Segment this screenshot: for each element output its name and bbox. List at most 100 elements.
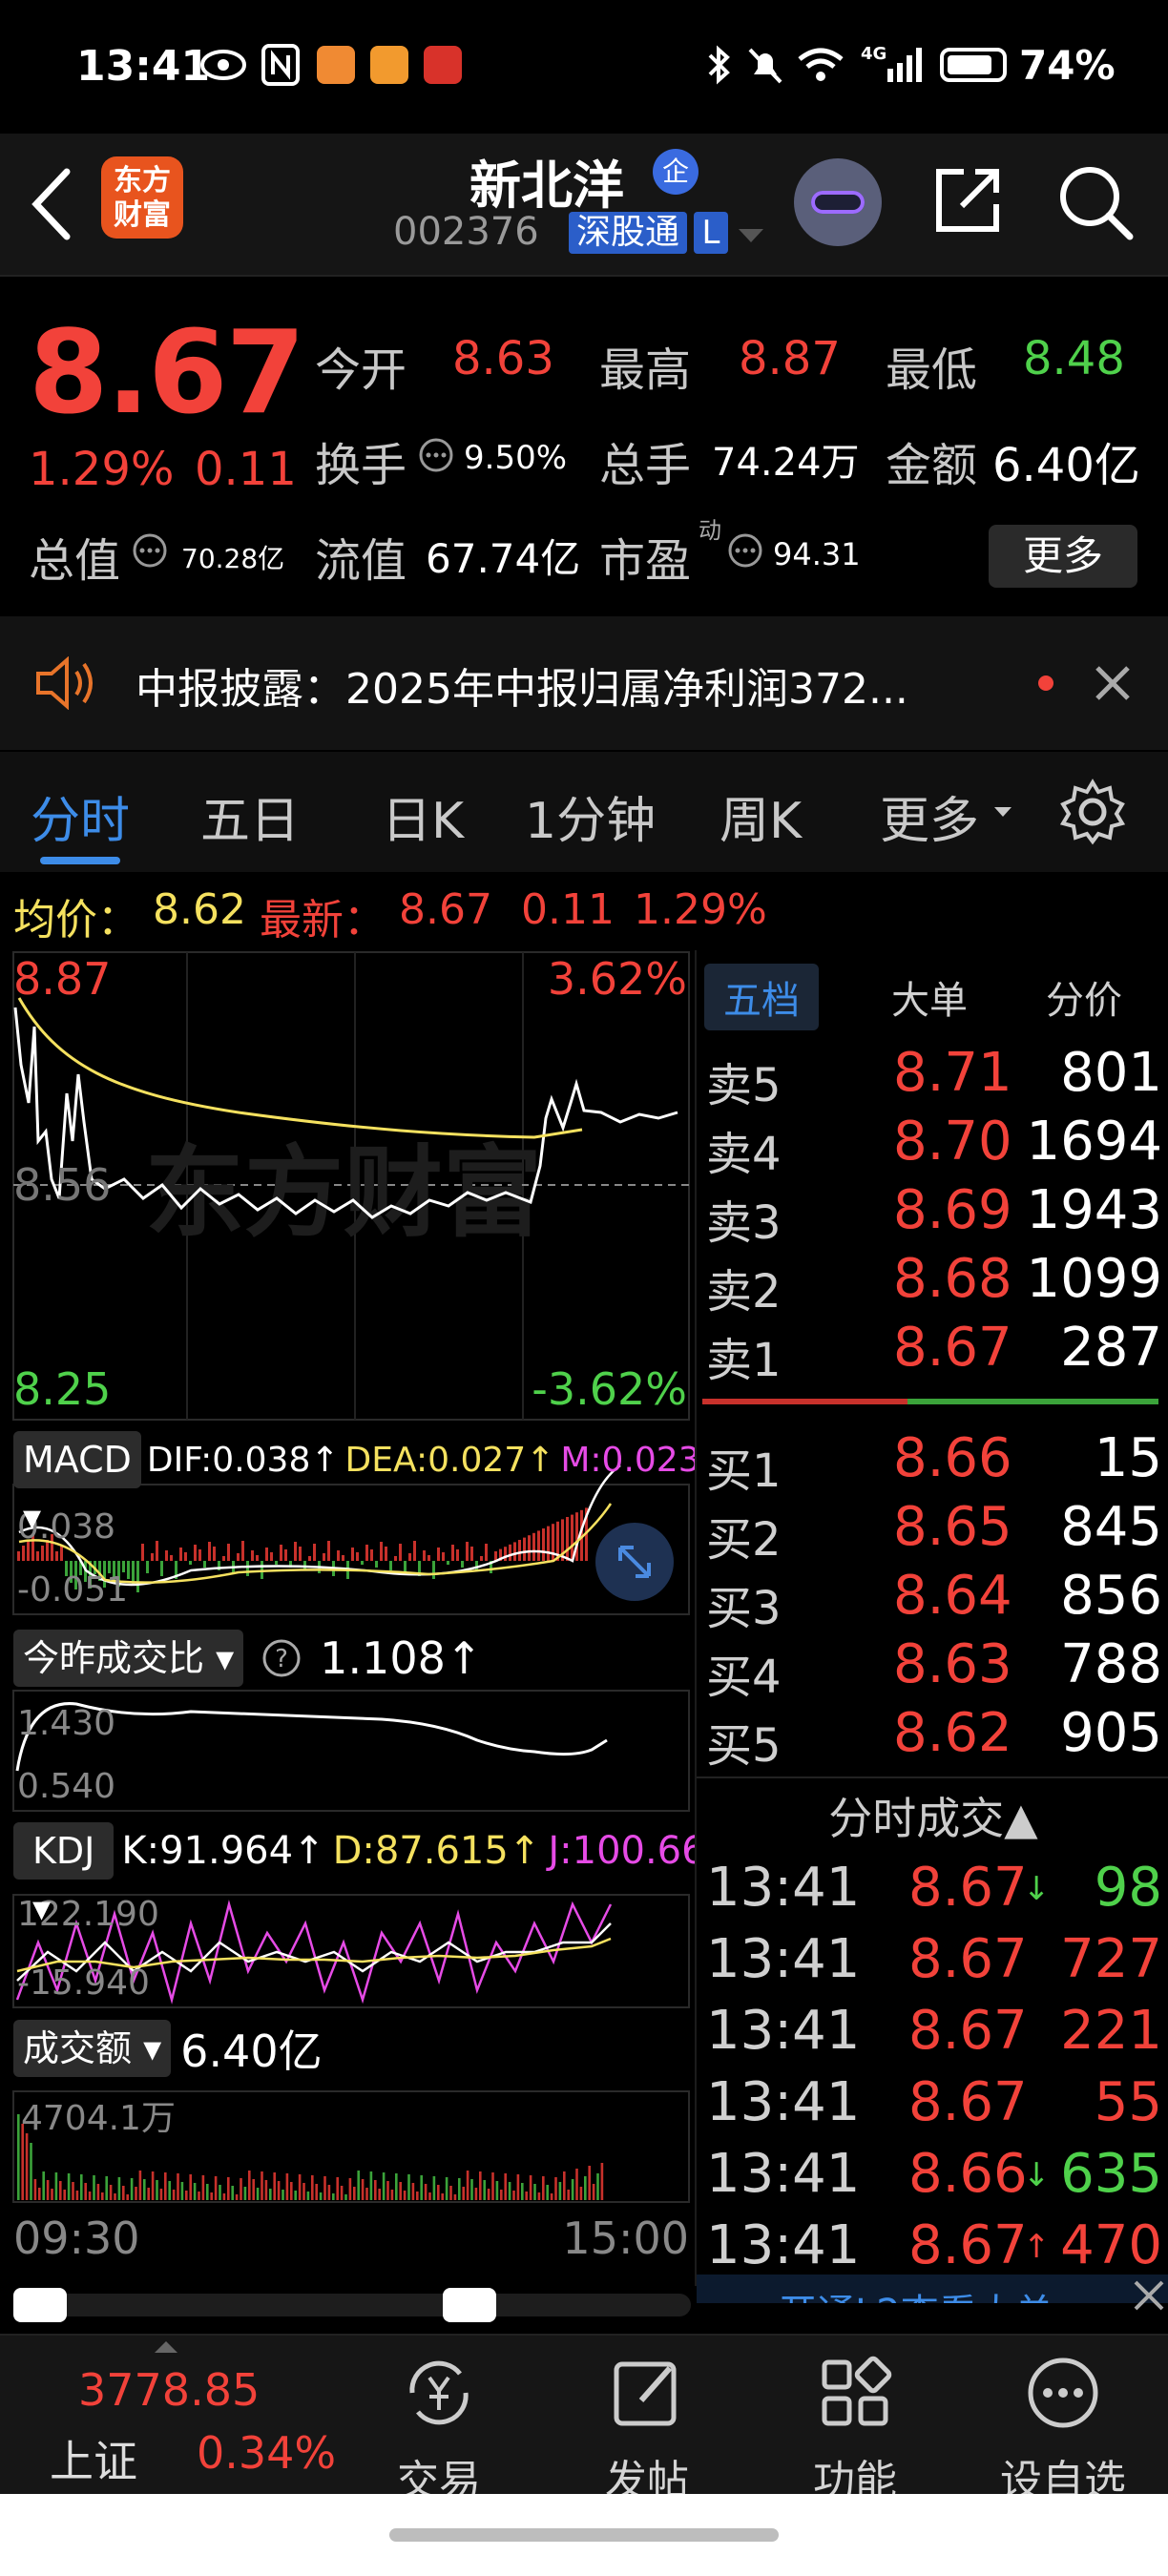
home-indicator[interactable] (389, 2528, 779, 2542)
amount-bar (168, 2181, 171, 2200)
intraday-chart-area[interactable]: 东方财富 8.87 3.62% 8.56 8.25 -3.62% 0.038 -… (0, 950, 762, 2334)
announcement-text[interactable]: 中报披露：2025年中报归属净利润372... (136, 654, 908, 716)
tab-weekly-k[interactable]: 周K (720, 780, 802, 852)
amount-bar (290, 2182, 293, 2200)
amount-bar (441, 2193, 444, 2200)
l2-banner[interactable]: 开通L2查看大单 (697, 2275, 1168, 2303)
nfc-icon (261, 44, 300, 86)
macd-selector[interactable]: MACD ▾ (13, 1431, 141, 1538)
macd-bar (370, 1549, 373, 1561)
vol-ratio-selector[interactable]: 今昨成交比 ▾ (13, 1630, 244, 1687)
tab-more[interactable]: 更多 (880, 780, 979, 852)
tick-time: 13:41 (706, 2000, 861, 2062)
tab-intraday[interactable]: 分时 (31, 780, 130, 852)
help-icon[interactable]: ? (261, 1637, 302, 1679)
index-change-pct[interactable]: 0.34% (197, 2427, 336, 2479)
bids-level-volume: 845 (1060, 1496, 1162, 1558)
amount-bar (374, 2180, 377, 2200)
amount-bar (487, 2189, 490, 2200)
grid-apps-icon[interactable] (817, 2355, 893, 2431)
amount-bar (558, 2182, 562, 2200)
macd-bar (208, 1542, 211, 1561)
gear-icon[interactable] (1059, 779, 1126, 845)
bids-level-label: 买5 (706, 1719, 782, 1773)
macd-bar (146, 1561, 149, 1573)
bids-level-row[interactable]: 买5 8.62 905 (697, 1702, 1168, 1773)
kdj-selector[interactable]: KDJ ▾ (13, 1822, 115, 1929)
macd-bar (470, 1547, 473, 1561)
yuan-exchange-icon[interactable] (401, 2355, 477, 2431)
amount-bar (172, 2190, 176, 2200)
tab-big-orders[interactable]: 大单 (891, 969, 968, 1025)
macd-bar (194, 1545, 197, 1561)
l2-banner-text[interactable]: 开通L2查看大单 (779, 2282, 1053, 2303)
amount-bar (588, 2166, 591, 2200)
sgt-tag[interactable]: 深股通 (569, 212, 688, 254)
asks-level-row[interactable]: 卖3 8.69 1943 (697, 1179, 1168, 1250)
macd-bar (504, 1547, 507, 1561)
asks-level-row[interactable]: 卖5 8.71 801 (697, 1042, 1168, 1112)
info-dots-icon[interactable] (727, 532, 763, 569)
close-icon[interactable] (1094, 664, 1132, 702)
tick-volume: 98 (1094, 1857, 1162, 1919)
bids-level-row[interactable]: 买2 8.65 845 (697, 1496, 1168, 1567)
index-name[interactable]: 上证 (50, 2427, 137, 2490)
macd-bar (136, 1561, 139, 1592)
high-label: 最高 (599, 343, 692, 397)
macd-bar (237, 1553, 240, 1561)
macd-bar (299, 1547, 302, 1561)
announcement-bar[interactable]: 中报披露：2025年中报归属净利润372... (0, 616, 1168, 750)
amount-bar (424, 2184, 428, 2200)
tab-five-day[interactable]: 五日 (200, 780, 300, 852)
asks-level-row[interactable]: 卖2 8.68 1099 (697, 1248, 1168, 1319)
chart-range-scroller[interactable] (13, 2288, 691, 2322)
search-icon[interactable] (1055, 162, 1136, 242)
current-price: 8.67 (29, 307, 305, 440)
range-handle-left[interactable] (13, 2288, 67, 2322)
asks-level-volume: 801 (1060, 1042, 1162, 1104)
chevron-down-icon[interactable] (737, 227, 765, 246)
amount-bar (479, 2171, 482, 2200)
ticks-title[interactable]: 分时成交▲ (697, 1784, 1168, 1847)
info-dots-icon[interactable] (418, 437, 454, 473)
amount-bar (516, 2174, 520, 2200)
macd-bar (447, 1561, 449, 1565)
banner-close-icon[interactable] (1132, 2278, 1166, 2313)
edit-post-icon[interactable] (609, 2355, 685, 2431)
more-circle-icon[interactable] (1025, 2355, 1101, 2431)
bids-level-row[interactable]: 买1 8.66 15 (697, 1427, 1168, 1498)
ai-assistant-icon[interactable] (794, 158, 882, 246)
tab-price-distribution[interactable]: 分价 (1046, 969, 1122, 1025)
amount-bar (445, 2177, 448, 2200)
tab-one-minute[interactable]: 1分钟 (525, 780, 656, 852)
amount-selector[interactable]: 成交额 ▾ (13, 2020, 172, 2077)
tab-five-levels[interactable]: 五档 (704, 964, 819, 1030)
amount-bar (231, 2186, 234, 2200)
bids-level-row[interactable]: 买4 8.63 788 (697, 1633, 1168, 1704)
amount-bar (512, 2191, 515, 2200)
bid-ask-ratio-bar (702, 1399, 1158, 1404)
turnover-label: 换手 (315, 439, 407, 492)
macd-bar (256, 1555, 259, 1561)
more-quote-button[interactable]: 更多 (989, 525, 1137, 588)
range-handle-right[interactable] (443, 2288, 496, 2322)
amount-bar (84, 2183, 87, 2200)
info-dots-icon[interactable] (132, 532, 168, 569)
tick-price: 8.66 (908, 2143, 1028, 2205)
l-tag[interactable]: L (694, 212, 728, 254)
amount-bar (592, 2184, 595, 2200)
amount-bar (449, 2186, 452, 2200)
tab-daily-k[interactable]: 日K (382, 780, 464, 852)
price-info-line: 均价： 8.62 最新： 8.67 0.11 1.29% (0, 874, 1168, 950)
back-arrow-icon[interactable] (27, 166, 74, 242)
macd-bar (151, 1553, 154, 1561)
index-value[interactable]: 3778.85 (78, 2364, 260, 2416)
bids-level-row[interactable]: 买3 8.64 856 (697, 1565, 1168, 1635)
amount-bar (80, 2174, 83, 2200)
share-icon[interactable] (929, 162, 1006, 239)
expand-icon[interactable] (594, 1521, 676, 1603)
macd-bar (41, 1546, 44, 1561)
amount-bar (575, 2169, 578, 2200)
asks-level-row[interactable]: 卖4 8.70 1694 (697, 1111, 1168, 1181)
asks-level-row[interactable]: 卖1 8.67 287 (697, 1317, 1168, 1387)
